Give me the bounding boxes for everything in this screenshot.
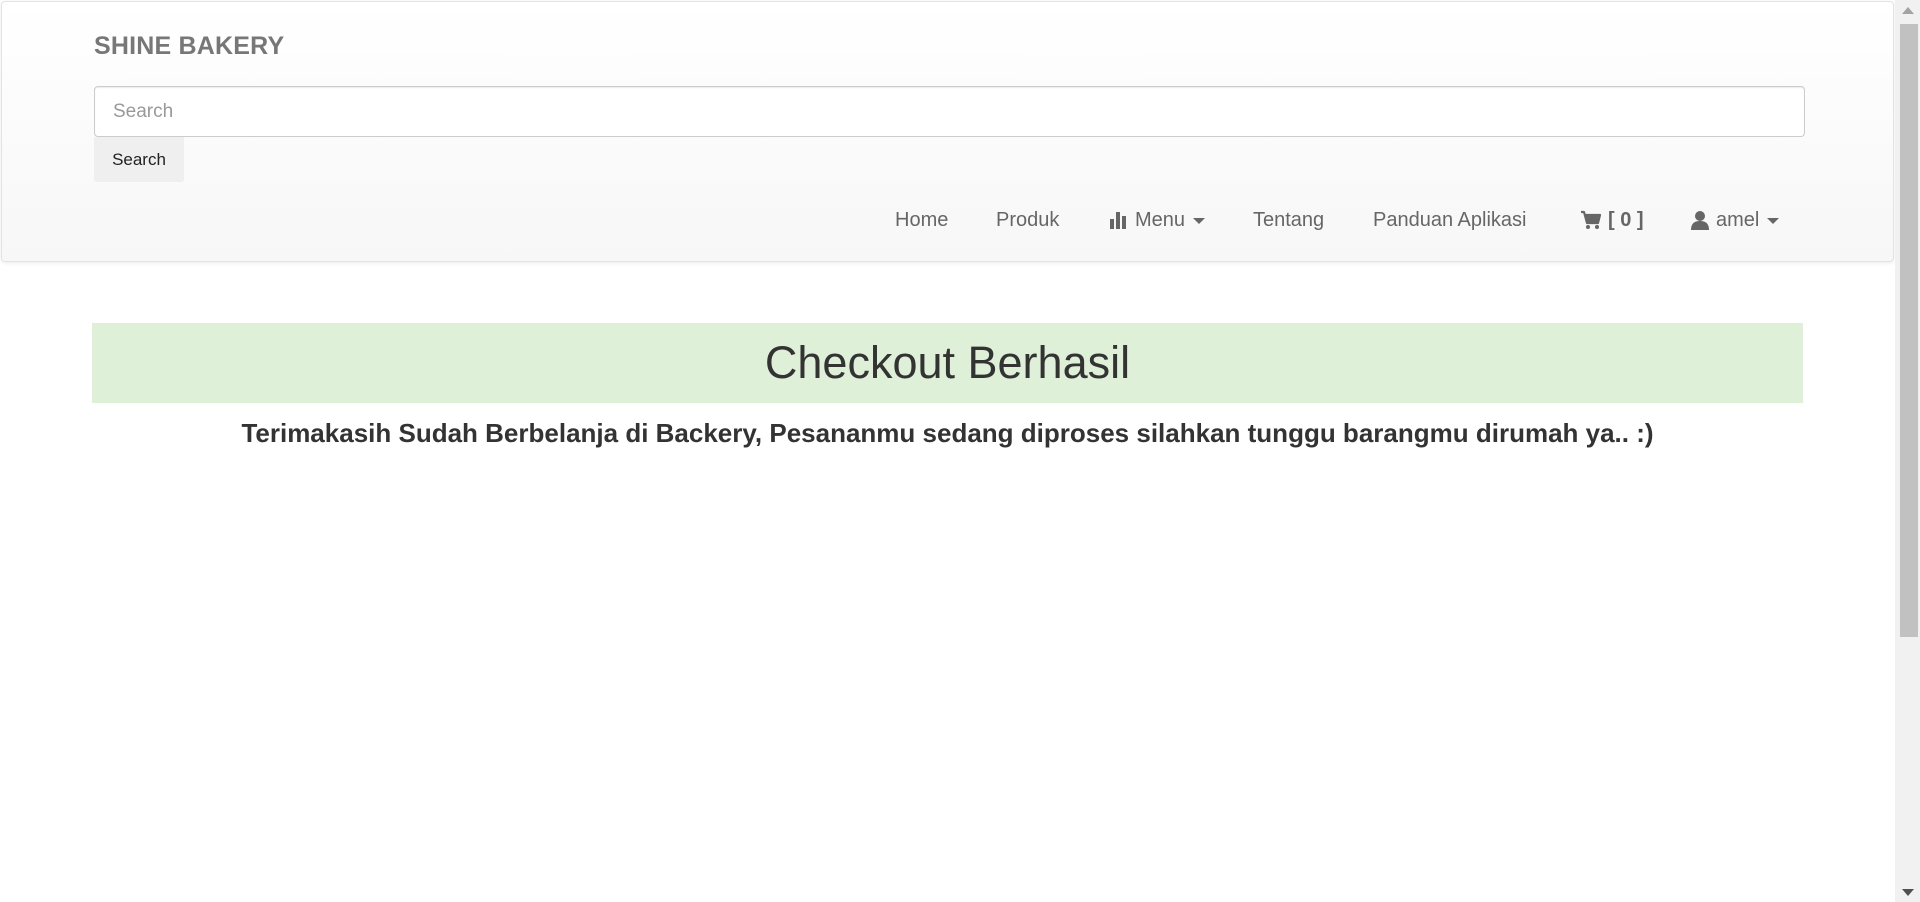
nav-produk-label: Produk (996, 208, 1060, 231)
bar-chart-icon (1109, 210, 1129, 230)
nav-cart[interactable]: [ 0 ] (1580, 209, 1644, 232)
scrollbar-thumb[interactable] (1900, 24, 1918, 637)
nav-user-name: amel (1716, 208, 1760, 231)
brand-logo[interactable]: SHINE BAKERY (94, 32, 284, 61)
viewport: SHINE BAKERY Search Home Produk (0, 0, 1895, 902)
chevron-down-icon (1767, 218, 1780, 224)
checkout-success-banner: Checkout Berhasil (92, 323, 1803, 403)
navbar: SHINE BAKERY Search Home Produk (1, 1, 1894, 262)
shopping-cart-icon (1580, 210, 1602, 230)
chevron-down-icon (1193, 218, 1206, 224)
nav-panduan-aplikasi[interactable]: Panduan Aplikasi (1373, 209, 1526, 232)
nav-home[interactable]: Home (895, 209, 948, 232)
scroll-up-arrow-icon[interactable] (1895, 0, 1920, 20)
nav-home-label: Home (895, 208, 949, 231)
nav-tentang-label: Tentang (1253, 208, 1325, 231)
nav-produk[interactable]: Produk (996, 209, 1059, 232)
user-icon (1690, 210, 1710, 230)
search-button[interactable]: Search (94, 137, 184, 182)
cart-count: [ 0 ] (1608, 208, 1644, 231)
page-title: Checkout Berhasil (764, 337, 1131, 388)
checkout-message: Terimakasih Sudah Berbelanja di Backery,… (241, 418, 1654, 448)
nav-menu: Home Produk Menu Tentang Panduan Aplikas… (2, 200, 1893, 240)
search-input[interactable] (94, 86, 1805, 137)
nav-tentang[interactable]: Tentang (1253, 209, 1324, 232)
scroll-down-arrow-icon[interactable] (1895, 882, 1920, 902)
page: SHINE BAKERY Search Home Produk (0, 0, 1920, 902)
nav-menu-dropdown[interactable]: Menu (1109, 208, 1206, 232)
nav-menu-label: Menu (1135, 208, 1186, 231)
nav-user-dropdown[interactable]: amel (1690, 208, 1780, 232)
vertical-scrollbar[interactable] (1895, 0, 1920, 902)
nav-panduan-label: Panduan Aplikasi (1373, 208, 1527, 231)
